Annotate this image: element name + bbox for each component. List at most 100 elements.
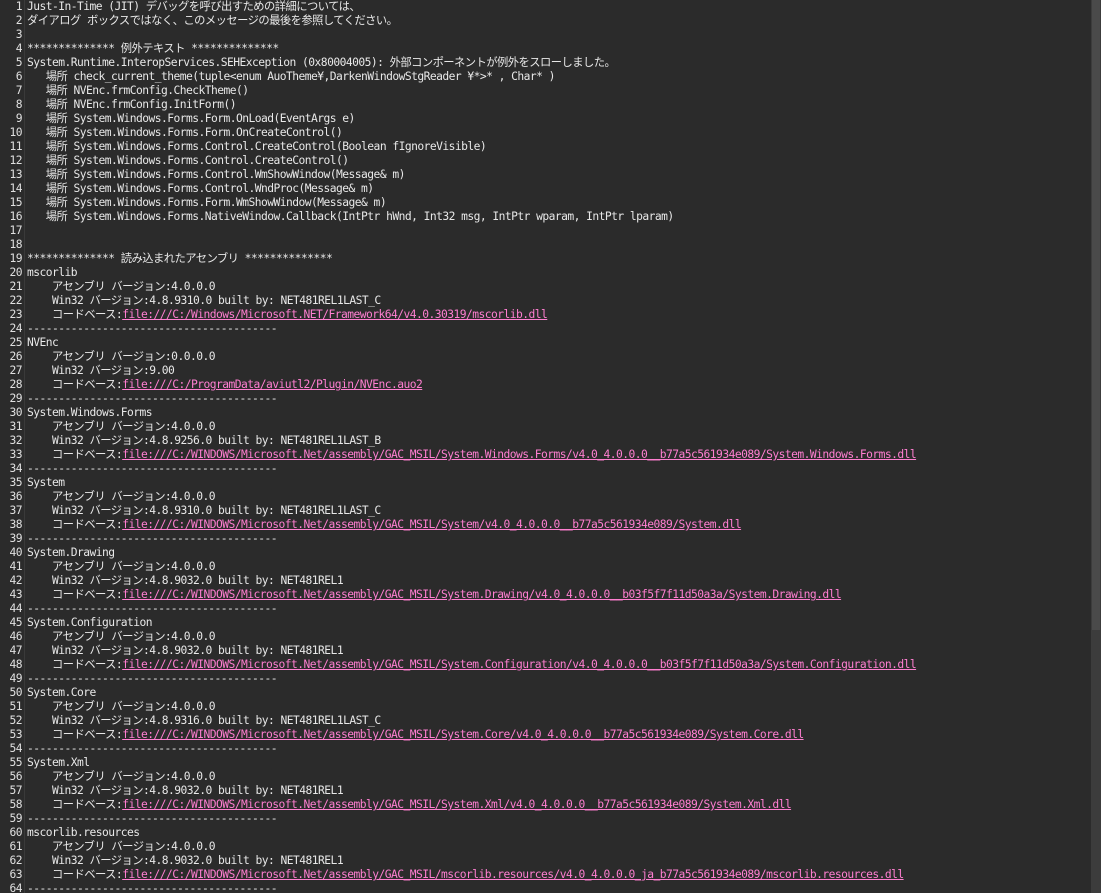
- line-text: アセンブリ バージョン:4.0.0.0: [27, 770, 216, 783]
- line-content: Win32 バージョン:4.8.9032.0 built by: NET481R…: [27, 784, 1088, 798]
- line-number: 14: [9, 182, 22, 195]
- text-line: 18: [0, 238, 1088, 252]
- line-content: Win32 バージョン:4.8.9032.0 built by: NET481R…: [27, 854, 1088, 868]
- scrollbar-thumb[interactable]: [1092, 0, 1100, 630]
- line-text: 場所 check_current_theme(tuple<enum AuoThe…: [27, 70, 556, 83]
- line-number: 40: [9, 546, 22, 559]
- line-content: Win32 バージョン:4.8.9032.0 built by: NET481R…: [27, 574, 1088, 588]
- text-line: 46 アセンブリ バージョン:4.0.0.0: [0, 630, 1088, 644]
- line-number: 36: [9, 490, 22, 503]
- line-content: アセンブリ バージョン:4.0.0.0: [27, 630, 1088, 644]
- line-content: System.Drawing: [27, 546, 1088, 560]
- text-line: 50 System.Core: [0, 686, 1088, 700]
- line-text: アセンブリ バージョン:4.0.0.0: [27, 630, 216, 643]
- line-text: mscorlib: [27, 266, 78, 279]
- line-content: ----------------------------------------: [27, 392, 1088, 406]
- line-content: アセンブリ バージョン:0.0.0.0: [27, 350, 1088, 364]
- text-line: 35 System: [0, 476, 1088, 490]
- line-content: アセンブリ バージョン:4.0.0.0: [27, 770, 1088, 784]
- text-line: 16 場所 System.Windows.Forms.NativeWindow.…: [0, 210, 1088, 224]
- text-editor[interactable]: 1 Just-In-Time (JIT) デバッグを呼び出すための詳細については、…: [0, 0, 1101, 893]
- line-content: ----------------------------------------: [27, 742, 1088, 756]
- text-line: 8 場所 NVEnc.frmConfig.InitForm(): [0, 98, 1088, 112]
- line-number: 11: [9, 140, 22, 153]
- line-content: アセンブリ バージョン:4.0.0.0: [27, 840, 1088, 854]
- line-number: 44: [9, 602, 22, 615]
- line-text: コードベース:: [27, 588, 123, 601]
- file-link[interactable]: file:///C:/WINDOWS/Microsoft.Net/assembl…: [122, 798, 791, 811]
- line-content: System.Runtime.InteropServices.SEHExcept…: [27, 56, 1088, 70]
- line-text: System.Core: [27, 686, 96, 699]
- line-content: System.Core: [27, 686, 1088, 700]
- line-content: [27, 238, 1088, 252]
- line-content: 場所 System.Windows.Forms.Control.WmShowWi…: [27, 168, 1088, 182]
- text-line: 39 --------------------------------------…: [0, 532, 1088, 546]
- line-number: 41: [9, 560, 22, 573]
- line-text: ダイアログ ボックスではなく、このメッセージの最後を参照してください。: [27, 14, 398, 27]
- line-content: コードベース:file:///C:/WINDOWS/Microsoft.Net/…: [27, 588, 1088, 602]
- line-content: コードベース:file:///C:/WINDOWS/Microsoft.Net/…: [27, 728, 1088, 742]
- line-text: ************** 例外テキスト **************: [27, 42, 279, 55]
- file-link[interactable]: file:///C:/WINDOWS/Microsoft.Net/assembl…: [122, 518, 741, 531]
- file-link[interactable]: file:///C:/WINDOWS/Microsoft.Net/assembl…: [122, 658, 916, 671]
- line-number: 39: [9, 532, 22, 545]
- text-line: 42 Win32 バージョン:4.8.9032.0 built by: NET4…: [0, 574, 1088, 588]
- line-content: ----------------------------------------: [27, 462, 1088, 476]
- line-text: ----------------------------------------: [27, 532, 278, 545]
- text-line: 29 --------------------------------------…: [0, 392, 1088, 406]
- text-line: 34 --------------------------------------…: [0, 462, 1088, 476]
- line-number: 31: [9, 420, 22, 433]
- line-content: 場所 System.Windows.Forms.Form.OnCreateCon…: [27, 126, 1088, 140]
- file-link[interactable]: file:///C:/ProgramData/aviutl2/Plugin/NV…: [122, 378, 423, 391]
- line-number: 13: [9, 168, 22, 181]
- text-line: 31 アセンブリ バージョン:4.0.0.0: [0, 420, 1088, 434]
- line-content: Win32 バージョン:4.8.9256.0 built by: NET481R…: [27, 434, 1088, 448]
- line-text: 場所 System.Windows.Forms.Control.WndProc(…: [27, 182, 374, 195]
- vertical-scrollbar[interactable]: [1091, 0, 1101, 893]
- file-link[interactable]: file:///C:/WINDOWS/Microsoft.Net/assembl…: [122, 868, 904, 881]
- line-content: System: [27, 476, 1088, 490]
- line-content: アセンブリ バージョン:4.0.0.0: [27, 420, 1088, 434]
- line-number: 25: [9, 336, 22, 349]
- text-line: 62 Win32 バージョン:4.8.9032.0 built by: NET4…: [0, 854, 1088, 868]
- text-line: 10 場所 System.Windows.Forms.Form.OnCreate…: [0, 126, 1088, 140]
- line-number: 53: [9, 728, 22, 741]
- line-number: 35: [9, 476, 22, 489]
- file-link[interactable]: file:///C:/WINDOWS/Microsoft.Net/assembl…: [122, 728, 804, 741]
- line-content: System.Windows.Forms: [27, 406, 1088, 420]
- line-number: 51: [9, 700, 22, 713]
- line-content: Win32 バージョン:9.00: [27, 364, 1088, 378]
- line-content: コードベース:file:///C:/WINDOWS/Microsoft.Net/…: [27, 868, 1088, 882]
- line-text: Win32 バージョン:4.8.9310.0 built by: NET481R…: [27, 294, 381, 307]
- line-text: System.Windows.Forms: [27, 406, 153, 419]
- line-number: 20: [9, 266, 22, 279]
- line-content: ----------------------------------------: [27, 882, 1088, 893]
- line-text: アセンブリ バージョン:4.0.0.0: [27, 280, 216, 293]
- line-number: 63: [9, 868, 22, 881]
- line-number: 29: [9, 392, 22, 405]
- line-text: Win32 バージョン:4.8.9032.0 built by: NET481R…: [27, 574, 344, 587]
- line-text: ----------------------------------------: [27, 812, 278, 825]
- line-content: アセンブリ バージョン:4.0.0.0: [27, 700, 1088, 714]
- file-link[interactable]: file:///C:/Windows/Microsoft.NET/Framewo…: [122, 308, 548, 321]
- text-line: 24 --------------------------------------…: [0, 322, 1088, 336]
- line-text: 場所 NVEnc.frmConfig.InitForm(): [27, 98, 237, 111]
- text-line: 3: [0, 28, 1088, 42]
- line-text: System.Runtime.InteropServices.SEHExcept…: [27, 56, 616, 69]
- line-number: 54: [9, 742, 22, 755]
- line-number: 18: [9, 238, 22, 251]
- line-text: Win32 バージョン:4.8.9256.0 built by: NET481R…: [27, 434, 381, 447]
- text-line: 7 場所 NVEnc.frmConfig.CheckTheme(): [0, 84, 1088, 98]
- text-line: 11 場所 System.Windows.Forms.Control.Creat…: [0, 140, 1088, 154]
- text-line: 57 Win32 バージョン:4.8.9032.0 built by: NET4…: [0, 784, 1088, 798]
- line-content: Just-In-Time (JIT) デバッグを呼び出すための詳細については、: [27, 0, 1088, 14]
- line-content: コードベース:file:///C:/Windows/Microsoft.NET/…: [27, 308, 1088, 322]
- line-number: 46: [9, 630, 22, 643]
- text-line: 36 アセンブリ バージョン:4.0.0.0: [0, 490, 1088, 504]
- file-link[interactable]: file:///C:/WINDOWS/Microsoft.Net/assembl…: [122, 588, 841, 601]
- line-text: Just-In-Time (JIT) デバッグを呼び出すための詳細については、: [27, 0, 361, 13]
- line-text: System.Xml: [27, 756, 90, 769]
- text-line: 33 コードベース:file:///C:/WINDOWS/Microsoft.N…: [0, 448, 1088, 462]
- line-content: 場所 System.Windows.Forms.Form.WmShowWindo…: [27, 196, 1088, 210]
- file-link[interactable]: file:///C:/WINDOWS/Microsoft.Net/assembl…: [122, 448, 916, 461]
